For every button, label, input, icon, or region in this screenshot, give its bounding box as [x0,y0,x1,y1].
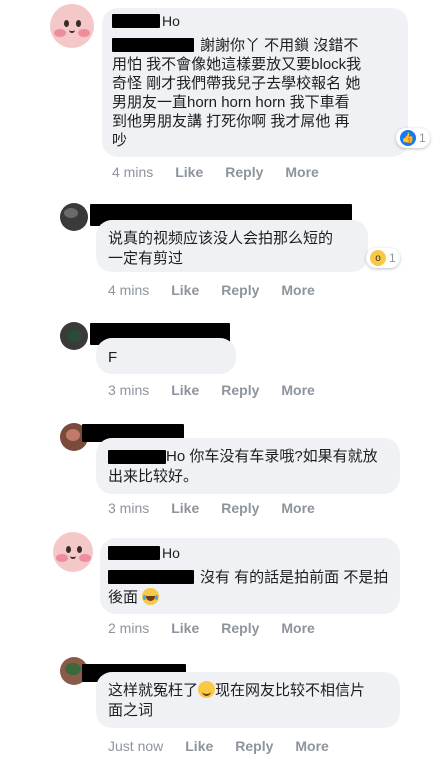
reaction-badge[interactable]: o 1 [366,248,400,268]
comment-line: 说真的视频应该没人会拍那么短的 [108,230,334,247]
timestamp: 3 mins [108,382,150,398]
comment-actions: 3 mins Like Reply More [108,500,337,516]
comment-line: 到他男朋友講 打死你啊 我才屌他 再 [112,113,350,130]
laughing-emoji-icon [142,588,160,605]
like-button[interactable]: Like [171,382,199,398]
comment-actions: 4 mins Like Reply More [112,164,341,180]
avatar[interactable] [50,4,94,48]
avatar[interactable] [60,322,88,350]
redacted-mention[interactable] [112,38,194,52]
comment-actions: 2 mins Like Reply More [108,620,337,636]
like-button[interactable]: Like [185,738,213,754]
redacted-author-name[interactable] [108,546,160,560]
reply-button[interactable]: Reply [235,738,273,754]
like-icon: 👍 [400,130,416,146]
comment-line: 用怕 我不會像她這樣要放又要block我 [112,56,362,73]
reaction-badge[interactable]: 👍 1 [396,128,430,148]
more-button[interactable]: More [295,738,328,754]
more-button[interactable]: More [281,500,314,516]
reply-button[interactable]: Reply [221,500,259,516]
author-name-suffix[interactable]: Ho [162,545,180,561]
timestamp: 4 mins [112,164,154,180]
reaction-count: 1 [389,251,396,265]
comment-line: Ho 你车没有车录哦?如果有就放 [166,448,378,465]
avatar[interactable] [60,203,88,231]
reply-button[interactable]: Reply [221,620,259,636]
comment-line: 一定有剪过 [108,250,184,267]
comment-line: 男朋友一直horn horn horn 我下車看 [112,94,350,111]
redacted-author-name[interactable] [112,14,160,28]
more-button[interactable]: More [281,620,314,636]
comment-line: 奇怪 剛才我們帶我兒子去學校報名 她 [112,75,361,92]
more-button[interactable]: More [281,382,314,398]
comment-line: F [108,349,118,366]
reply-button[interactable]: Reply [221,282,259,298]
comment-line: 吵 [112,132,128,149]
like-button[interactable]: Like [175,164,203,180]
timestamp: 3 mins [108,500,150,516]
comment-line: 面之词 [108,702,154,719]
reply-button[interactable]: Reply [221,382,259,398]
like-button[interactable]: Like [171,620,199,636]
comment-actions: 4 mins Like Reply More [108,282,337,298]
redacted-mention[interactable] [108,570,194,584]
author-name-suffix[interactable]: Ho [162,13,180,29]
like-button[interactable]: Like [171,500,199,516]
comment-line: 後面 [108,588,160,607]
timestamp: 2 mins [108,620,150,636]
avatar[interactable] [53,532,93,572]
comment-line: 謝謝你丫 不用鎖 沒錯不 [200,37,359,54]
smiling-emoji-icon [198,681,216,698]
comment-line: 出来比较好。 [108,468,199,485]
comment-actions: 3 mins Like Reply More [108,382,337,398]
wow-icon: o [370,250,386,266]
reply-button[interactable]: Reply [225,164,263,180]
comment-actions: Just now Like Reply More [108,738,351,754]
timestamp: 4 mins [108,282,150,298]
reaction-count: 1 [419,131,426,145]
like-button[interactable]: Like [171,282,199,298]
more-button[interactable]: More [281,282,314,298]
comment-line: 这样就冤枉了 现在网友比较不相信片 [108,681,366,699]
comment-line: 沒有 有的話是拍前面 不是拍 [200,569,389,586]
more-button[interactable]: More [285,164,318,180]
timestamp: Just now [108,738,164,754]
redacted-mention[interactable] [108,450,166,464]
